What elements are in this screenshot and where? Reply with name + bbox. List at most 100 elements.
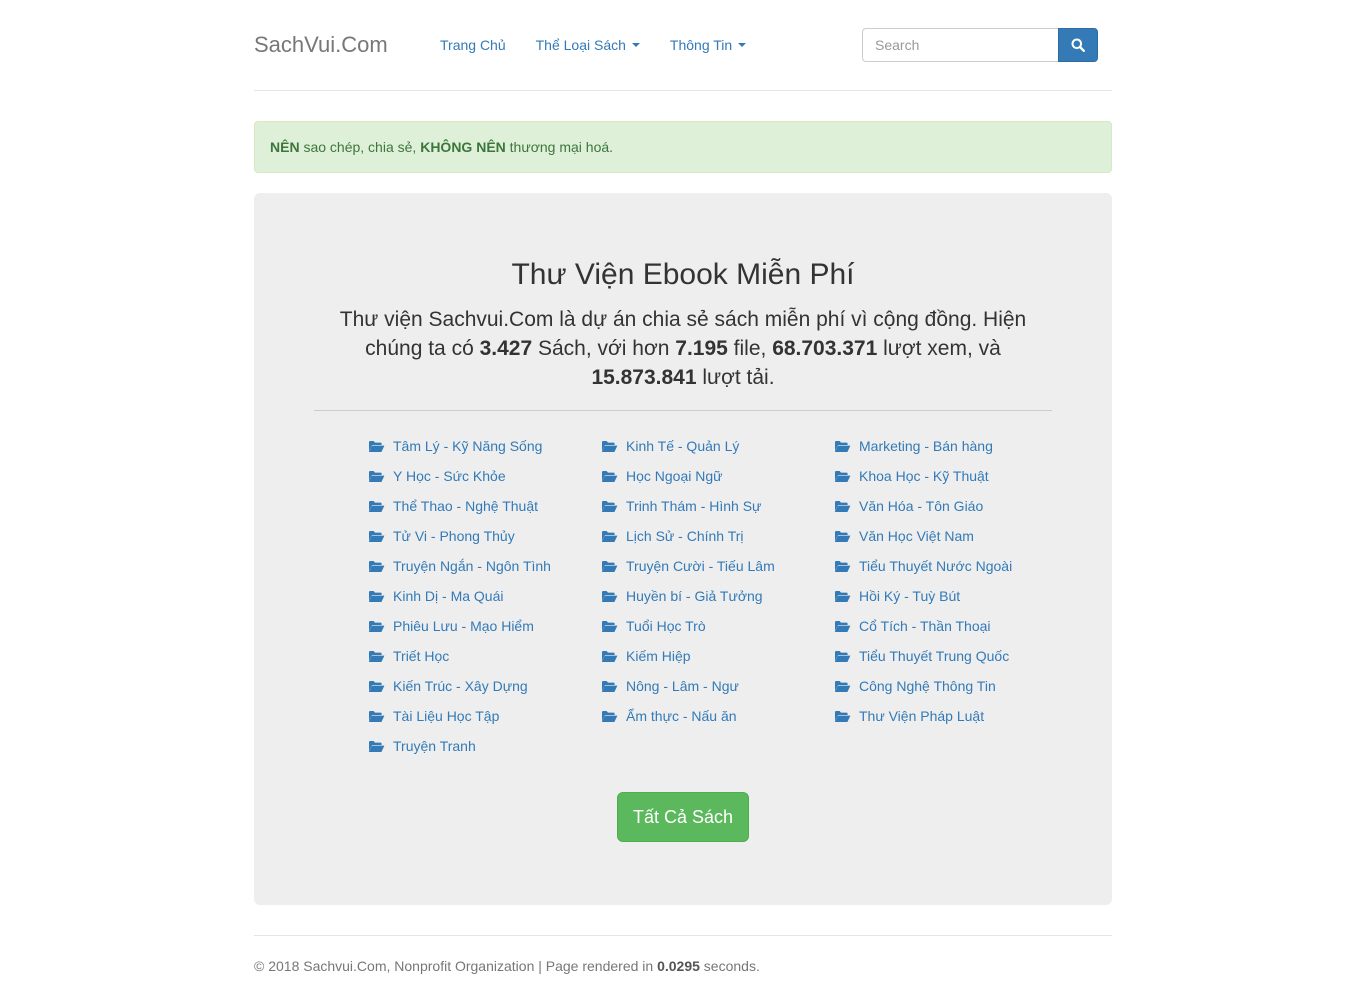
divider	[314, 410, 1052, 411]
category-link[interactable]: Văn Hóa - Tôn Giáo	[834, 491, 1012, 521]
category-link[interactable]: Triết Học	[368, 641, 551, 671]
category-label: Trinh Thám - Hình Sự	[626, 498, 762, 514]
lead-text-5: lượt tải.	[696, 366, 775, 389]
category-link[interactable]: Huyền bí - Giả Tưởng	[601, 581, 775, 611]
category-link[interactable]: Tâm Lý - Kỹ Năng Sống	[368, 431, 551, 461]
alert-bold-should-not: KHÔNG NÊN	[420, 139, 506, 155]
footer-text-1: © 2018 Sachvui.Com, Nonprofit Organizati…	[254, 958, 658, 974]
category-link[interactable]: Cổ Tích - Thần Thoại	[834, 611, 1012, 641]
category-label: Kinh Tế - Quản Lý	[626, 438, 740, 454]
library-stats: Thư viện Sachvui.Com là dự án chia sẻ sá…	[334, 305, 1032, 392]
category-label: Kiếm Hiệp	[626, 648, 691, 664]
brand-logo[interactable]: SachVui.Com	[254, 31, 388, 59]
category-label: Tiểu Thuyết Nước Ngoài	[859, 558, 1013, 574]
category-label: Công Nghệ Thông Tin	[859, 678, 996, 694]
lead-text-2: Sách, với hơn	[532, 337, 676, 360]
lead-text-3: file,	[727, 337, 773, 360]
category-link[interactable]: Tử Vi - Phong Thủy	[368, 521, 551, 551]
nav-categories-dropdown[interactable]: Thể Loại Sách	[536, 36, 640, 54]
jumbotron: Thư Viện Ebook Miễn Phí Thư viện Sachvui…	[254, 193, 1112, 905]
category-link[interactable]: Tài Liệu Học Tập	[368, 701, 551, 731]
category-label: Truyện Cười - Tiếu Lâm	[626, 558, 775, 574]
category-label: Phiêu Lưu - Mạo Hiểm	[393, 618, 534, 634]
page-title: Thư Viện Ebook Miễn Phí	[511, 258, 855, 291]
category-label: Thư Viện Pháp Luật	[859, 708, 985, 724]
search-form	[862, 28, 1098, 62]
category-link[interactable]: Truyện Ngắn - Ngôn Tình	[368, 551, 551, 581]
category-link[interactable]: Học Ngoại Ngữ	[601, 461, 775, 491]
category-link[interactable]: Kiến Trúc - Xây Dựng	[368, 671, 551, 701]
category-link[interactable]: Tiểu Thuyết Nước Ngoài	[834, 551, 1012, 581]
folder-open-icon	[368, 710, 385, 722]
category-label: Triết Học	[393, 648, 450, 664]
license-alert: NÊN sao chép, chia sẻ, KHÔNG NÊN thương …	[254, 121, 1112, 173]
search-button[interactable]	[1058, 28, 1098, 62]
folder-open-icon	[834, 650, 851, 662]
category-link[interactable]: Thể Thao - Nghệ Thuật	[368, 491, 551, 521]
category-link[interactable]: Hồi Ký - Tuỳ Bút	[834, 581, 1012, 611]
category-link[interactable]: Kinh Tế - Quản Lý	[601, 431, 775, 461]
category-link[interactable]: Ẩm thực - Nấu ăn	[601, 701, 775, 731]
folder-open-icon	[601, 710, 618, 722]
category-link[interactable]: Y Học - Sức Khỏe	[368, 461, 551, 491]
folder-open-icon	[834, 620, 851, 632]
category-link[interactable]: Văn Học Việt Nam	[834, 521, 1012, 551]
folder-open-icon	[368, 530, 385, 542]
folder-open-icon	[834, 500, 851, 512]
folder-open-icon	[368, 590, 385, 602]
folder-open-icon	[601, 560, 618, 572]
books-count: 3.427	[479, 337, 533, 360]
category-label: Tâm Lý - Kỹ Năng Sống	[393, 438, 543, 454]
files-count: 7.195	[675, 337, 728, 360]
category-link[interactable]: Tuổi Học Trò	[601, 611, 775, 641]
folder-open-icon	[834, 530, 851, 542]
category-link[interactable]: Truyện Tranh	[368, 731, 551, 761]
lead-text-4: lượt xem, và	[877, 337, 1001, 360]
folder-open-icon	[601, 590, 618, 602]
category-label: Truyện Ngắn - Ngôn Tình	[393, 558, 551, 574]
category-label: Marketing - Bán hàng	[859, 438, 993, 454]
category-link[interactable]: Kinh Dị - Ma Quái	[368, 581, 551, 611]
category-link[interactable]: Kiếm Hiệp	[601, 641, 775, 671]
category-link[interactable]: Trinh Thám - Hình Sự	[601, 491, 775, 521]
category-link[interactable]: Tiểu Thuyết Trung Quốc	[834, 641, 1012, 671]
category-label: Văn Học Việt Nam	[859, 528, 974, 544]
category-link[interactable]: Công Nghệ Thông Tin	[834, 671, 1012, 701]
nav-home-link[interactable]: Trang Chủ	[440, 36, 506, 54]
category-link[interactable]: Marketing - Bán hàng	[834, 431, 1012, 461]
category-label: Học Ngoại Ngữ	[626, 468, 723, 484]
category-label: Lịch Sử - Chính Trị	[626, 528, 744, 544]
views-count: 68.703.371	[772, 337, 878, 360]
search-input[interactable]	[862, 28, 1058, 62]
all-books-button[interactable]: Tất Cả Sách	[617, 792, 749, 842]
nav-info-dropdown[interactable]: Thông Tin	[670, 36, 747, 54]
category-link[interactable]: Lịch Sử - Chính Trị	[601, 521, 775, 551]
category-link[interactable]: Nông - Lâm - Ngư	[601, 671, 775, 701]
category-link[interactable]: Phiêu Lưu - Mạo Hiểm	[368, 611, 551, 641]
alert-text-1: sao chép, chia sẻ,	[299, 139, 421, 155]
folder-open-icon	[601, 530, 618, 542]
folder-open-icon	[368, 740, 385, 752]
caret-down-icon	[631, 43, 640, 47]
category-label: Cổ Tích - Thần Thoại	[859, 618, 991, 634]
folder-open-icon	[834, 590, 851, 602]
page-container: SachVui.Com Trang Chủ Thể Loại Sách Thôn…	[254, 0, 1112, 974]
search-icon	[1071, 38, 1085, 52]
category-label: Hồi Ký - Tuỳ Bút	[859, 588, 961, 604]
folder-open-icon	[368, 500, 385, 512]
category-link[interactable]: Khoa Học - Kỹ Thuật	[834, 461, 1012, 491]
category-column-2: Kinh Tế - Quản Lý Học Ngoại Ngữ Trinh Thám…	[601, 431, 775, 731]
caret-down-icon	[738, 43, 747, 47]
category-label: Văn Hóa - Tôn Giáo	[859, 498, 984, 514]
folder-open-icon	[834, 440, 851, 452]
category-label: Tài Liệu Học Tập	[393, 708, 500, 724]
folder-open-icon	[368, 560, 385, 572]
folder-open-icon	[834, 560, 851, 572]
folder-open-icon	[368, 680, 385, 692]
category-link[interactable]: Truyện Cười - Tiếu Lâm	[601, 551, 775, 581]
category-label: Khoa Học - Kỹ Thuật	[859, 468, 989, 484]
category-label: Ẩm thực - Nấu ăn	[626, 708, 737, 724]
category-label: Kinh Dị - Ma Quái	[393, 588, 504, 604]
category-link[interactable]: Thư Viện Pháp Luật	[834, 701, 1012, 731]
folder-open-icon	[601, 500, 618, 512]
